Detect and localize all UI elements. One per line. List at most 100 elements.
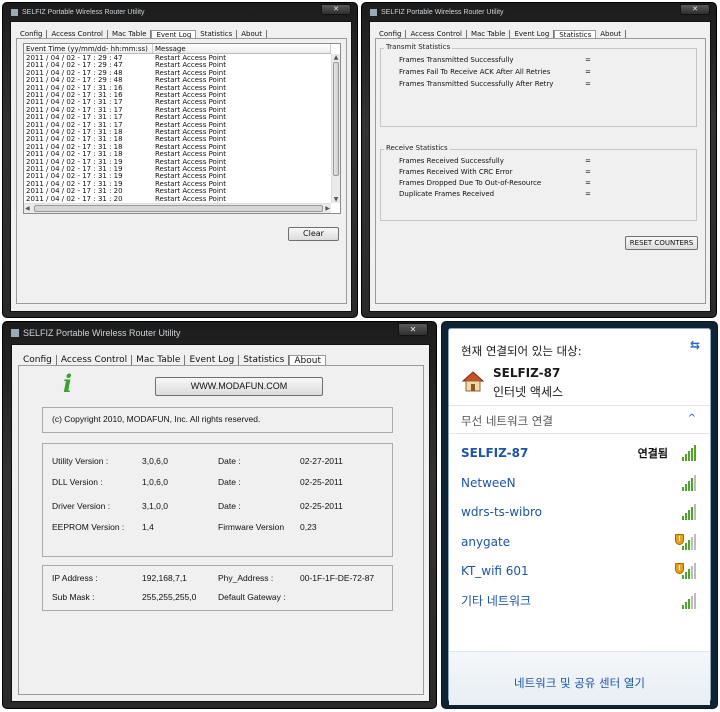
signal-strength-icon bbox=[682, 592, 696, 609]
info-icon: i bbox=[63, 369, 73, 398]
tab-statistics[interactable]: Statistics bbox=[196, 30, 238, 38]
utility-version-label: Utility Version : bbox=[52, 456, 109, 466]
network-home-icon bbox=[461, 369, 485, 393]
tab-strip: Config Access Control Mac Table Event Lo… bbox=[19, 351, 326, 366]
date-label: Date : bbox=[218, 501, 241, 511]
phy-address-label: Phy_Address : bbox=[218, 573, 274, 583]
signal-bar bbox=[682, 604, 684, 609]
signal-bar bbox=[682, 545, 684, 550]
column-message[interactable]: Message bbox=[153, 44, 331, 53]
transmit-statistics-group: Transmit Statistics Frames Transmitted S… bbox=[380, 43, 697, 127]
network-item-wdrs-ts-wibro[interactable]: wdrs-ts-wibro bbox=[461, 502, 700, 522]
driver-version-value: 3,1,0,0 bbox=[142, 501, 168, 511]
close-button[interactable]: ✕ bbox=[398, 323, 428, 336]
signal-bar bbox=[682, 457, 684, 461]
tab-event-log[interactable]: Event Log bbox=[510, 30, 555, 38]
title-bar: SELFIZ Portable Wireless Router Utility bbox=[362, 3, 716, 21]
title-bar: SELFIZ Portable Wireless Router Utility bbox=[3, 3, 357, 21]
wireless-section-title: 무선 네트워크 연결 bbox=[461, 414, 553, 428]
website-button[interactable]: WWW.MODAFUN.COM bbox=[155, 377, 323, 396]
signal-bar bbox=[694, 474, 696, 491]
version-box: Utility Version : 3,0,6,0 Date : 02-27-2… bbox=[42, 443, 393, 557]
dialog-body: Config Access Control Mac Table Event Lo… bbox=[11, 344, 430, 702]
reset-counters-button[interactable]: RESET COUNTERS bbox=[625, 236, 698, 250]
signal-bar bbox=[694, 533, 696, 550]
horizontal-scrollbar[interactable]: ◀ ▶ bbox=[24, 203, 331, 213]
signal-bar bbox=[685, 601, 687, 609]
network-item-netween[interactable]: NetweeN bbox=[461, 473, 700, 493]
close-icon: ✕ bbox=[333, 5, 339, 13]
tab-access-control[interactable]: Access Control bbox=[406, 30, 467, 38]
scroll-right-arrow-icon[interactable]: ▶ bbox=[325, 205, 330, 212]
signal-bar bbox=[691, 507, 693, 520]
title-bar: SELFIZ Portable Wireless Router Utility bbox=[3, 322, 436, 344]
signal-bar bbox=[688, 510, 690, 520]
stat-equals: = bbox=[585, 56, 591, 64]
collapse-chevron-icon[interactable]: ^ bbox=[688, 413, 696, 424]
tab-config[interactable]: Config bbox=[16, 30, 48, 38]
tab-access-control[interactable]: Access Control bbox=[47, 30, 108, 38]
utility-date-value: 02-27-2011 bbox=[300, 456, 343, 466]
tab-config[interactable]: Config bbox=[375, 30, 407, 38]
network-item-selfiz-87[interactable]: SELFIZ-87 연결됨 bbox=[461, 443, 700, 463]
horizontal-scroll-thumb[interactable] bbox=[34, 205, 323, 212]
copyright-text: (c) Copyright 2010, MODAFUN, Inc. All ri… bbox=[52, 414, 261, 424]
app-icon bbox=[11, 8, 18, 16]
scroll-left-arrow-icon[interactable]: ◀ bbox=[25, 205, 30, 212]
stat-equals: = bbox=[585, 157, 591, 165]
dialog-body: Config Access Control Mac Table Event Lo… bbox=[369, 21, 711, 312]
column-event-time[interactable]: Event Time (yy/mm/dd- hh:mm:ss) bbox=[24, 44, 153, 53]
connected-header: 현재 연결되어 있는 대상: bbox=[461, 344, 582, 358]
tab-about[interactable]: About bbox=[237, 30, 267, 38]
tab-config[interactable]: Config bbox=[19, 355, 57, 365]
vertical-scrollbar[interactable]: ▲ ▼ bbox=[331, 54, 340, 203]
signal-bar bbox=[688, 539, 690, 550]
stat-label: Frames Fail To Receive ACK After All Ret… bbox=[399, 68, 551, 76]
tab-access-control[interactable]: Access Control bbox=[57, 355, 133, 365]
tab-event-log[interactable]: Event Log bbox=[185, 355, 240, 365]
dll-version-value: 1,0,6,0 bbox=[142, 477, 168, 487]
default-gateway-label: Default Gateway : bbox=[218, 592, 286, 602]
event-log-list[interactable]: Event Time (yy/mm/dd- hh:mm:ss) Message … bbox=[23, 43, 341, 214]
tab-mac-table[interactable]: Mac Table bbox=[108, 30, 152, 38]
divider bbox=[449, 405, 710, 406]
scroll-thumb[interactable] bbox=[333, 62, 339, 176]
close-icon: ✕ bbox=[692, 5, 698, 13]
signal-strength-icon bbox=[682, 563, 696, 579]
network-name: anygate bbox=[461, 534, 511, 549]
signal-strength-icon bbox=[682, 533, 696, 550]
list-header: Event Time (yy/mm/dd- hh:mm:ss) Message bbox=[24, 44, 331, 54]
signal-bar bbox=[688, 451, 690, 461]
copyright-box: (c) Copyright 2010, MODAFUN, Inc. All ri… bbox=[42, 407, 393, 433]
sub-mask-value: 255,255,255,0 bbox=[142, 592, 197, 602]
phy-address-value: 00-1F-1F-DE-72-87 bbox=[300, 573, 375, 583]
close-button[interactable]: ✕ bbox=[680, 4, 710, 15]
open-network-center-link[interactable]: 네트워크 및 공유 센터 열기 bbox=[449, 675, 710, 691]
window-title: SELFIZ Portable Wireless Router Utility bbox=[23, 328, 181, 338]
scroll-up-arrow-icon[interactable]: ▲ bbox=[332, 54, 340, 62]
eeprom-version-value: 1,4 bbox=[142, 522, 154, 532]
signal-bar bbox=[688, 569, 690, 579]
network-item-kt-wifi-601[interactable]: KT_wifi 601! bbox=[461, 561, 700, 581]
network-item-anygate[interactable]: anygate! bbox=[461, 532, 700, 552]
wifi-flyout: 현재 연결되어 있는 대상: ⇆ SELFIZ-87 인터넷 액세스 무선 네트… bbox=[441, 321, 718, 709]
close-button[interactable]: ✕ bbox=[321, 4, 351, 15]
clear-button[interactable]: Clear bbox=[288, 227, 339, 241]
signal-strength-icon bbox=[682, 474, 696, 491]
signal-bar bbox=[685, 513, 687, 520]
tab-statistics[interactable]: Statistics bbox=[239, 355, 290, 365]
utility-version-value: 3,0,6,0 bbox=[142, 456, 168, 466]
tab-mac-table[interactable]: Mac Table bbox=[132, 355, 186, 365]
tab-about[interactable]: About bbox=[596, 30, 626, 38]
network-item-other[interactable]: 기타 네트워크 bbox=[461, 591, 700, 611]
receive-statistics-title: Receive Statistics bbox=[384, 144, 450, 152]
refresh-icon[interactable]: ⇆ bbox=[690, 338, 700, 352]
stat-equals: = bbox=[585, 80, 591, 88]
tab-mac-table[interactable]: Mac Table bbox=[467, 30, 511, 38]
signal-bar bbox=[694, 504, 696, 520]
signal-bar bbox=[685, 542, 687, 550]
scroll-down-arrow-icon[interactable]: ▼ bbox=[332, 196, 340, 203]
signal-bar bbox=[685, 572, 687, 579]
signal-bar bbox=[694, 592, 696, 609]
signal-bar bbox=[682, 486, 684, 491]
